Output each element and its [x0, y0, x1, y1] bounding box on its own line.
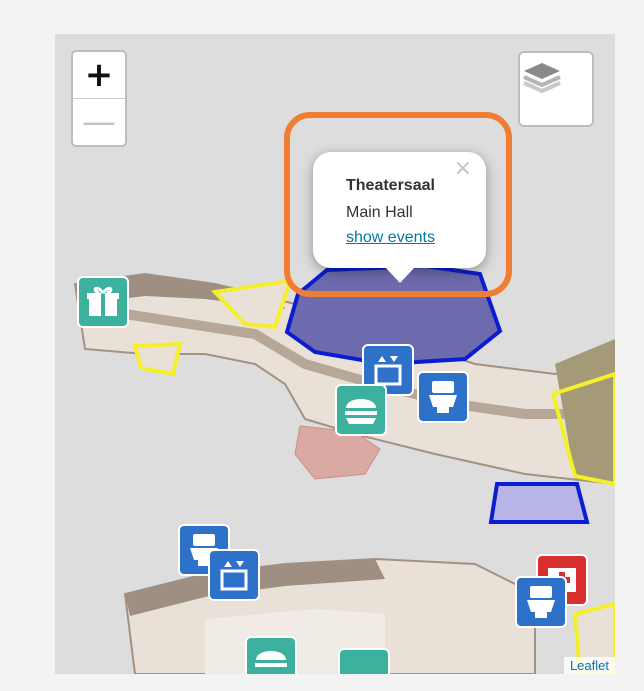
- zoom-in-button[interactable]: +: [73, 52, 125, 98]
- generic-marker[interactable]: [338, 648, 390, 674]
- yellow-room-2: [132, 341, 183, 377]
- indoor-map[interactable]: + — × Theatersaal Main Hall show events …: [55, 34, 615, 674]
- toilet-marker-3[interactable]: [515, 576, 567, 628]
- layers-icon: [523, 63, 561, 94]
- elevator-marker-2[interactable]: [208, 549, 260, 601]
- toilet-icon: [527, 586, 555, 618]
- callout-highlight: [284, 112, 512, 297]
- toilet-marker[interactable]: [417, 371, 469, 423]
- gift-marker[interactable]: [77, 276, 129, 328]
- food-icon: [345, 399, 377, 424]
- food-marker[interactable]: [335, 384, 387, 436]
- attribution-link[interactable]: Leaflet: [563, 657, 615, 674]
- elevator-icon: [220, 561, 248, 591]
- zoom-out-button[interactable]: —: [73, 98, 125, 145]
- gift-icon: [87, 286, 119, 316]
- food-marker-2[interactable]: [245, 636, 297, 674]
- blue-room[interactable]: [488, 482, 590, 524]
- layers-button[interactable]: [518, 51, 594, 127]
- toilet-icon: [429, 381, 457, 413]
- zoom-control: + —: [71, 50, 127, 147]
- food-icon: [255, 651, 287, 667]
